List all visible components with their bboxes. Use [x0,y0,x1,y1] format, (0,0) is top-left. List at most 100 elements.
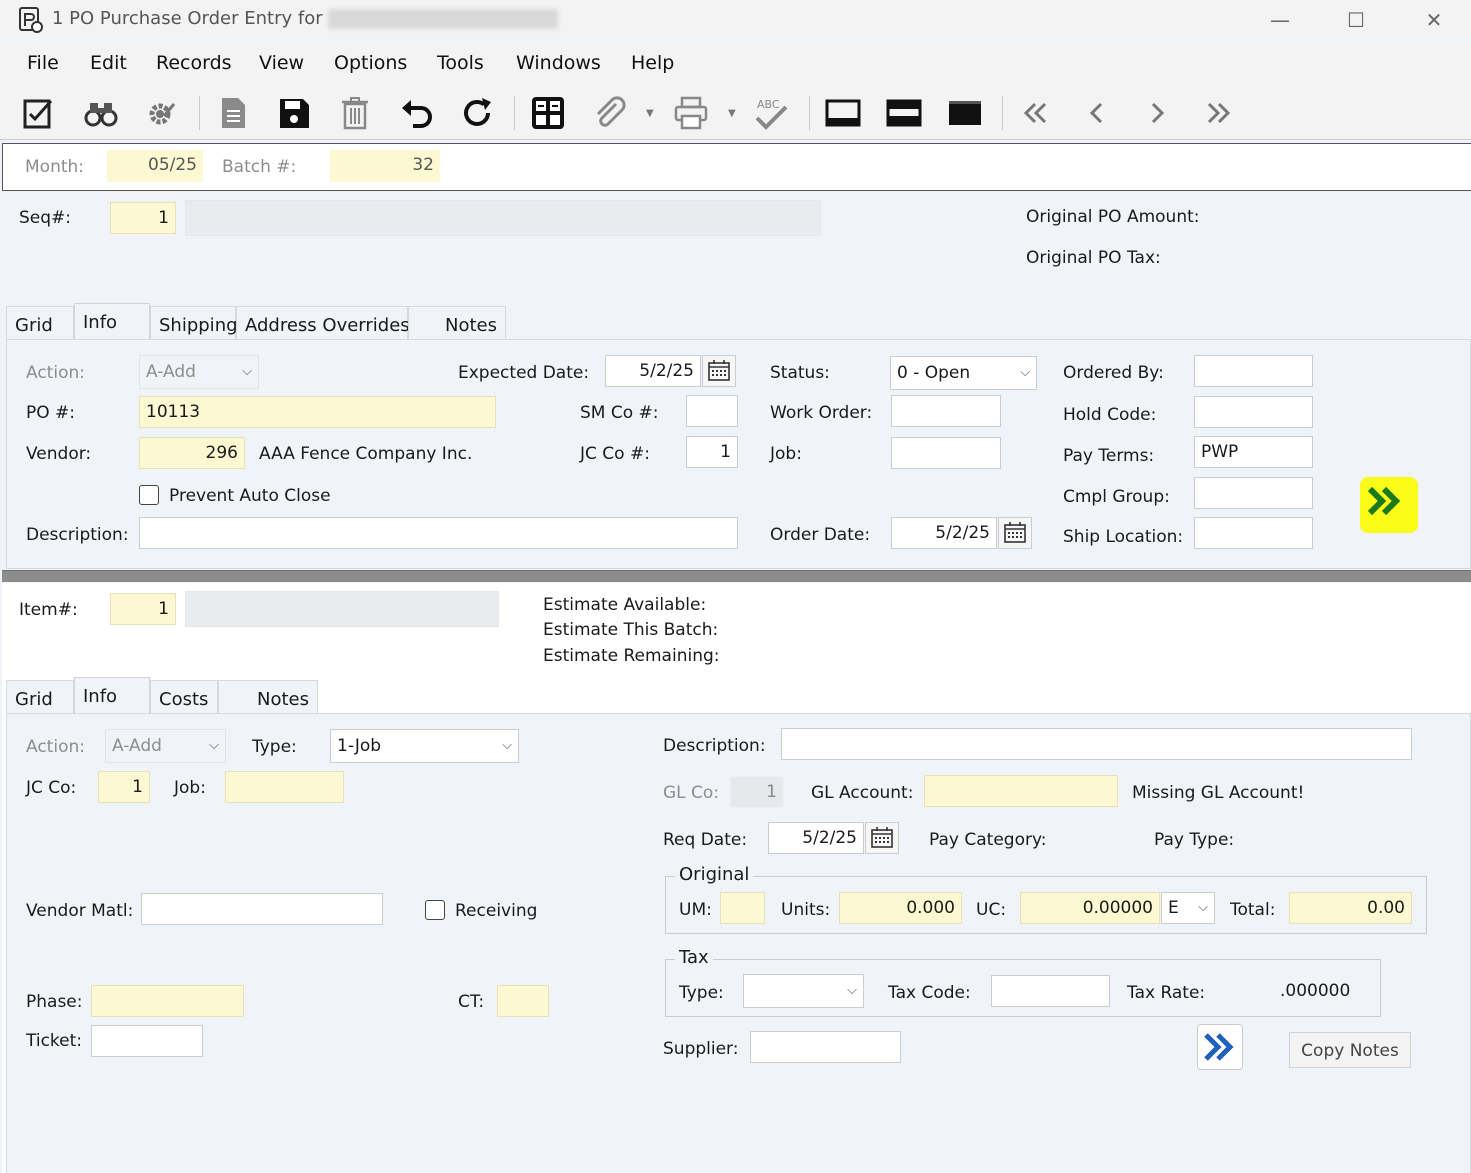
next-record-icon[interactable] [1138,94,1176,132]
item-tab-notes[interactable]: Notes [218,680,318,714]
first-record-icon[interactable] [1017,94,1055,132]
menu-file[interactable]: File [27,52,59,74]
sm-co-field[interactable] [686,395,738,427]
layout-bottom-icon[interactable] [824,94,862,132]
menu-help[interactable]: Help [631,52,674,74]
ticket-field[interactable] [91,1025,203,1057]
job-field[interactable] [891,437,1001,469]
item-tab-grid[interactable]: Grid [6,680,74,714]
refresh-icon[interactable] [458,94,496,132]
item-jc-co-field[interactable]: 1 [98,771,150,803]
undo-icon[interactable] [397,94,435,132]
status-label: Status: [770,363,830,383]
find-icon[interactable] [82,94,120,132]
prevent-auto-close-checkbox[interactable] [139,485,159,505]
forward-arrows-icon[interactable] [1366,483,1406,519]
req-date-field[interactable]: 5/2/25 [768,822,864,854]
settings-icon[interactable] [142,94,180,132]
menu-options[interactable]: Options [334,52,407,74]
print-dropdown-icon[interactable]: ▼ [728,108,736,119]
print-icon[interactable] [672,94,710,132]
po-number-field[interactable]: 10113 [139,396,496,428]
chevron-down-icon: ⌵ [242,364,252,379]
close-button[interactable]: ✕ [1419,6,1449,34]
phase-field[interactable] [91,985,244,1017]
po-number-label: PO #: [26,403,76,423]
last-record-icon[interactable] [1199,94,1237,132]
tax-code-field[interactable] [991,975,1110,1007]
item-tab-costs[interactable]: Costs [150,680,218,714]
units-field[interactable]: 0.000 [839,892,962,924]
spellcheck-icon[interactable]: ABC [753,94,791,132]
item-type-dropdown[interactable]: 1-Job ⌵ [330,729,519,763]
tax-type-dropdown[interactable]: ⌵ [743,974,864,1008]
tab-notes[interactable]: Notes [408,306,506,340]
vendor-matl-field[interactable] [141,893,383,925]
item-number-field[interactable]: 1 [110,593,176,625]
estimate-remaining-label: Estimate Remaining: [543,646,720,666]
pay-terms-field[interactable]: PWP [1194,436,1313,468]
expected-date-field[interactable]: 5/2/25 [605,355,701,387]
seq-label: Seq#: [19,208,72,228]
layout-split-icon[interactable] [885,94,923,132]
save-icon[interactable] [275,94,313,132]
jc-co-field[interactable]: 1 [686,436,738,468]
tab-grid[interactable]: Grid [6,306,74,340]
edit-icon[interactable] [20,94,58,132]
original-po-tax-label: Original PO Tax: [1026,248,1161,268]
seq-field[interactable]: 1 [110,202,176,234]
tab-info[interactable]: Info [74,303,150,340]
menu-windows[interactable]: Windows [516,52,601,74]
delete-icon[interactable] [336,94,374,132]
batch-number-field: 32 [330,150,440,182]
calendar-icon[interactable] [998,517,1032,549]
calculator-icon[interactable] [529,94,567,132]
tab-shipping[interactable]: Shipping [150,306,238,340]
item-description-display [185,591,499,627]
order-date-field[interactable]: 5/2/25 [891,517,997,549]
po-description-field[interactable] [139,517,738,549]
attachment-dropdown-icon[interactable]: ▼ [646,108,654,119]
window-title: 1 PO Purchase Order Entry for [52,8,559,29]
work-order-field[interactable] [891,395,1001,427]
maximize-button[interactable]: ☐ [1341,6,1371,34]
pay-terms-label: Pay Terms: [1063,446,1155,466]
total-field[interactable]: 0.00 [1289,892,1412,924]
supplier-field[interactable] [750,1031,901,1063]
ship-location-field[interactable] [1194,517,1313,549]
action-dropdown: A-Add ⌵ [139,355,259,389]
calendar-icon[interactable] [702,355,736,387]
item-tab-strip: Grid Info Costs Notes [6,677,326,714]
new-record-icon[interactable] [214,94,252,132]
item-tab-info[interactable]: Info [74,677,150,714]
menu-tools[interactable]: Tools [437,52,484,74]
layout-top-icon[interactable] [946,94,984,132]
menu-view[interactable]: View [259,52,304,74]
minimize-button[interactable]: — [1265,6,1295,34]
um-label: UM: [679,900,712,920]
menu-edit[interactable]: Edit [90,52,127,74]
tab-address-overrides[interactable]: Address Overrides [236,306,410,340]
ordered-by-field[interactable] [1194,355,1313,387]
uc-unit-dropdown[interactable]: E ⌵ [1161,892,1215,924]
menu-records[interactable]: Records [156,52,232,74]
um-field[interactable] [720,892,765,924]
item-forward-button[interactable] [1197,1024,1243,1070]
previous-record-icon[interactable] [1078,94,1116,132]
item-job-field[interactable] [225,771,344,803]
vendor-field[interactable]: 296 [139,437,245,469]
attachment-icon[interactable] [590,94,628,132]
phase-label: Phase: [26,992,83,1012]
status-dropdown[interactable]: 0 - Open ⌵ [890,356,1037,390]
hold-code-field[interactable] [1194,396,1313,428]
ct-field[interactable] [497,985,549,1017]
item-description-field[interactable] [781,728,1412,760]
cmpl-group-field[interactable] [1194,477,1313,509]
uc-field[interactable]: 0.00000 [1020,892,1160,924]
pay-type-label: Pay Type: [1154,830,1235,850]
receiving-checkbox[interactable] [425,900,445,920]
copy-notes-button[interactable]: Copy Notes [1289,1032,1411,1068]
gl-account-field[interactable] [924,775,1118,807]
pane-splitter[interactable] [2,570,1471,582]
calendar-icon[interactable] [865,822,899,854]
